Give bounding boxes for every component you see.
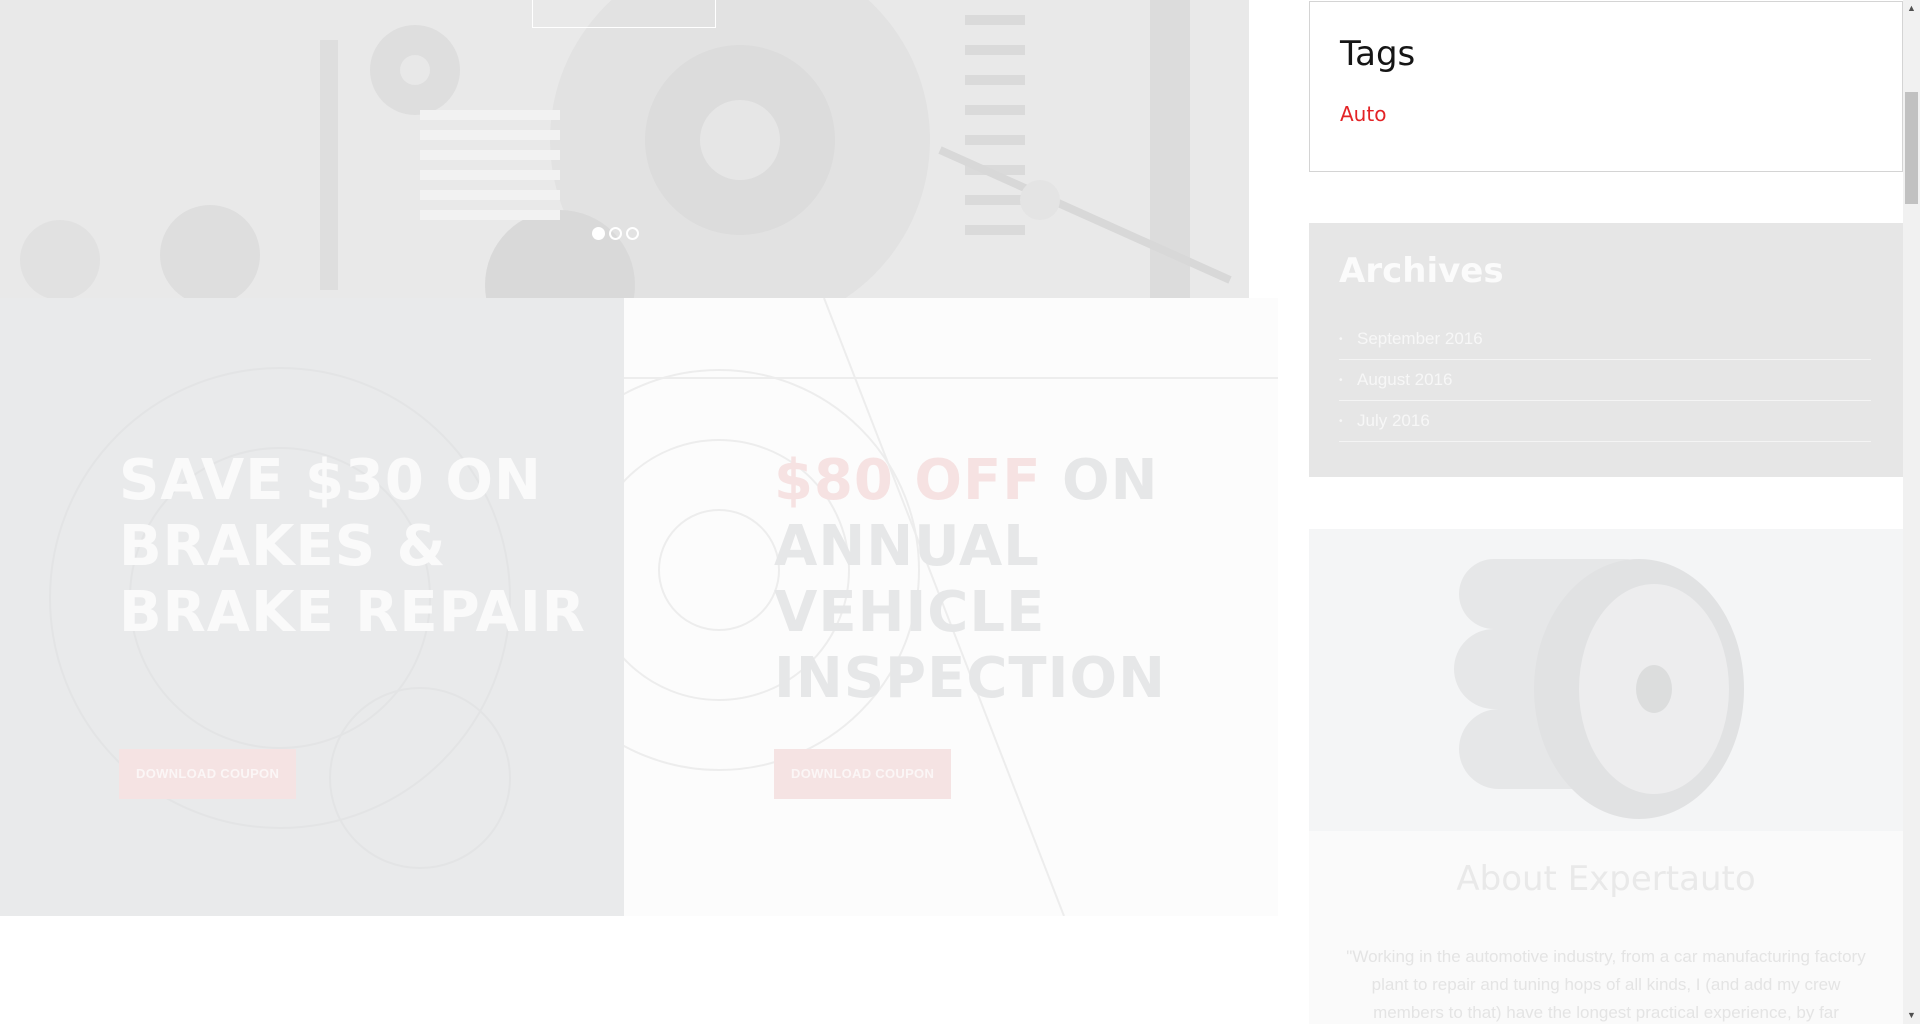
archive-item[interactable]: • September 2016: [1339, 319, 1871, 360]
download-coupon-button[interactable]: DOWNLOAD COUPON: [119, 749, 297, 799]
archive-item-label[interactable]: August 2016: [1357, 370, 1452, 390]
archive-item[interactable]: • August 2016: [1339, 360, 1871, 401]
bullet-icon: •: [1339, 333, 1343, 345]
coupon-title: $80 OFF ON ANNUAL VEHICLE INSPECTION: [774, 448, 1254, 712]
tags-widget: Tags Auto: [1309, 1, 1903, 172]
slider-dot-3[interactable]: [626, 227, 639, 240]
coupon-brakes: SAVE $30 ON BRAKES & BRAKE REPAIR DOWNLO…: [0, 298, 624, 916]
hero-slider: [0, 0, 1249, 298]
tag-link-auto[interactable]: Auto: [1340, 102, 1386, 126]
scroll-down-arrow-icon[interactable]: ▼: [1903, 1007, 1920, 1024]
download-coupon-button[interactable]: DOWNLOAD COUPON: [774, 749, 952, 799]
archive-item-label[interactable]: July 2016: [1357, 411, 1430, 431]
coupon-inspection: $80 OFF ON ANNUAL VEHICLE INSPECTION DOW…: [624, 298, 1278, 916]
scroll-up-arrow-icon[interactable]: ▲: [1903, 0, 1920, 17]
archive-list: • September 2016 • August 2016 • July 2016: [1339, 319, 1871, 442]
hero-auto-parts-image: [0, 0, 1249, 298]
archive-item-label[interactable]: September 2016: [1357, 329, 1483, 349]
archive-item[interactable]: • July 2016: [1339, 401, 1871, 442]
archives-widget: Archives • September 2016 • August 2016 • J…: [1309, 223, 1903, 477]
bullet-icon: •: [1339, 415, 1343, 427]
archives-widget-title: Archives: [1339, 251, 1504, 291]
hero-cta-button[interactable]: [532, 0, 716, 28]
slider-dot-1[interactable]: [592, 227, 605, 240]
about-widget: About Expertauto "Working in the automot…: [1309, 529, 1903, 1024]
about-widget-text: "Working in the automotive industry, fro…: [1346, 947, 1866, 1022]
slider-dot-2[interactable]: [609, 227, 622, 240]
scroll-thumb[interactable]: [1905, 92, 1918, 204]
tires-illustration: [1454, 559, 1744, 819]
bullet-icon: •: [1339, 374, 1343, 386]
tags-widget-title: Tags: [1340, 34, 1416, 74]
about-widget-title: About Expertauto: [1456, 859, 1756, 899]
slider-pagination: [592, 227, 639, 240]
page-scrollbar[interactable]: ▲ ▼: [1903, 0, 1920, 1024]
coupon-title: SAVE $30 ON BRAKES & BRAKE REPAIR: [119, 448, 586, 645]
tires-image: [1309, 529, 1903, 831]
coupon-title-accent: $80 OFF: [774, 448, 1042, 513]
